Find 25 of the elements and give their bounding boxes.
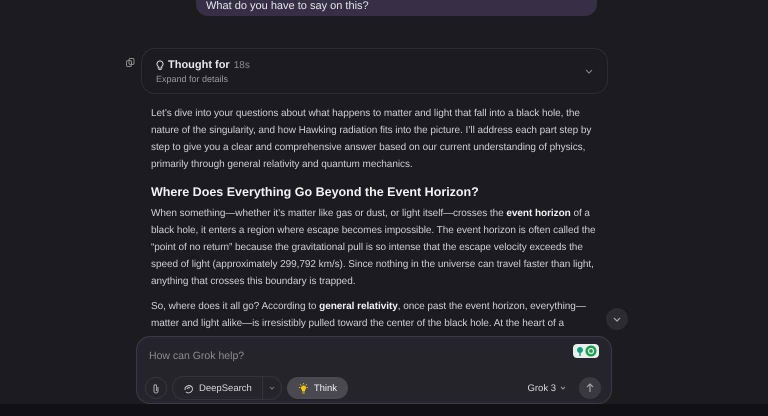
send-button[interactable] — [579, 377, 601, 399]
model-selector[interactable]: Grok 3 — [519, 382, 574, 394]
chevron-icon — [585, 69, 593, 74]
arrow-up-icon — [586, 383, 594, 393]
paragraph: Let’s dive into your questions about what happens to matter and light that fall into a black hole, the nature of the singularity, and how Hawking radiation fits into the picture. I’ll address each part step by step to give you a clear and comprehensive answer based on our current understanding of physics, primarily through general relativity and quantum mechanics. — [151, 107, 592, 172]
think-button[interactable]: Think — [286, 377, 348, 399]
section-heading: Where Does Everything Go Beyond the Event Horizon? — [151, 185, 480, 199]
extension-icons[interactable] — [573, 344, 599, 358]
expand-hint: Expand for details — [156, 74, 230, 84]
chevron-down-icon — [268, 386, 275, 390]
paragraph: So, where does it all go? According to general relativity, once past the event horizon, everything—matter and light alike—is irresistibly pulled toward the center of the black hole. At the heart of a — [151, 300, 587, 331]
swirl-icon — [183, 382, 194, 394]
copy-icon[interactable] — [126, 58, 135, 67]
thought-duration: 18s — [234, 60, 250, 70]
prompt-input[interactable]: How can Grok help? — [149, 350, 529, 362]
lightbulb-icon — [298, 382, 309, 394]
lightbulb-icon — [156, 60, 164, 70]
paperclip-icon — [152, 382, 160, 394]
paragraph: When something—whether it’s matter like gas or dust, or light itself—crosses the event horizon of a black hole, it enters a region where escape becomes impossible. The event horizon is often called the “point of no return” because the gravitational pull is so intense that the escape velocity exceeds the speed of light (approximately 299,792 km/s). Since nothing in the universe can travel faster than light, anything that crosses this boundary is trapped. — [151, 207, 596, 289]
attach-button[interactable] — [145, 377, 167, 399]
thought-panel[interactable]: Thought for 18s Expand for details — [141, 48, 608, 94]
chevron-down-icon — [613, 316, 621, 322]
user-message: What do you have to say on this? — [196, 0, 597, 16]
chevron-down-icon — [560, 386, 566, 390]
thought-label: Thought for — [168, 59, 230, 71]
